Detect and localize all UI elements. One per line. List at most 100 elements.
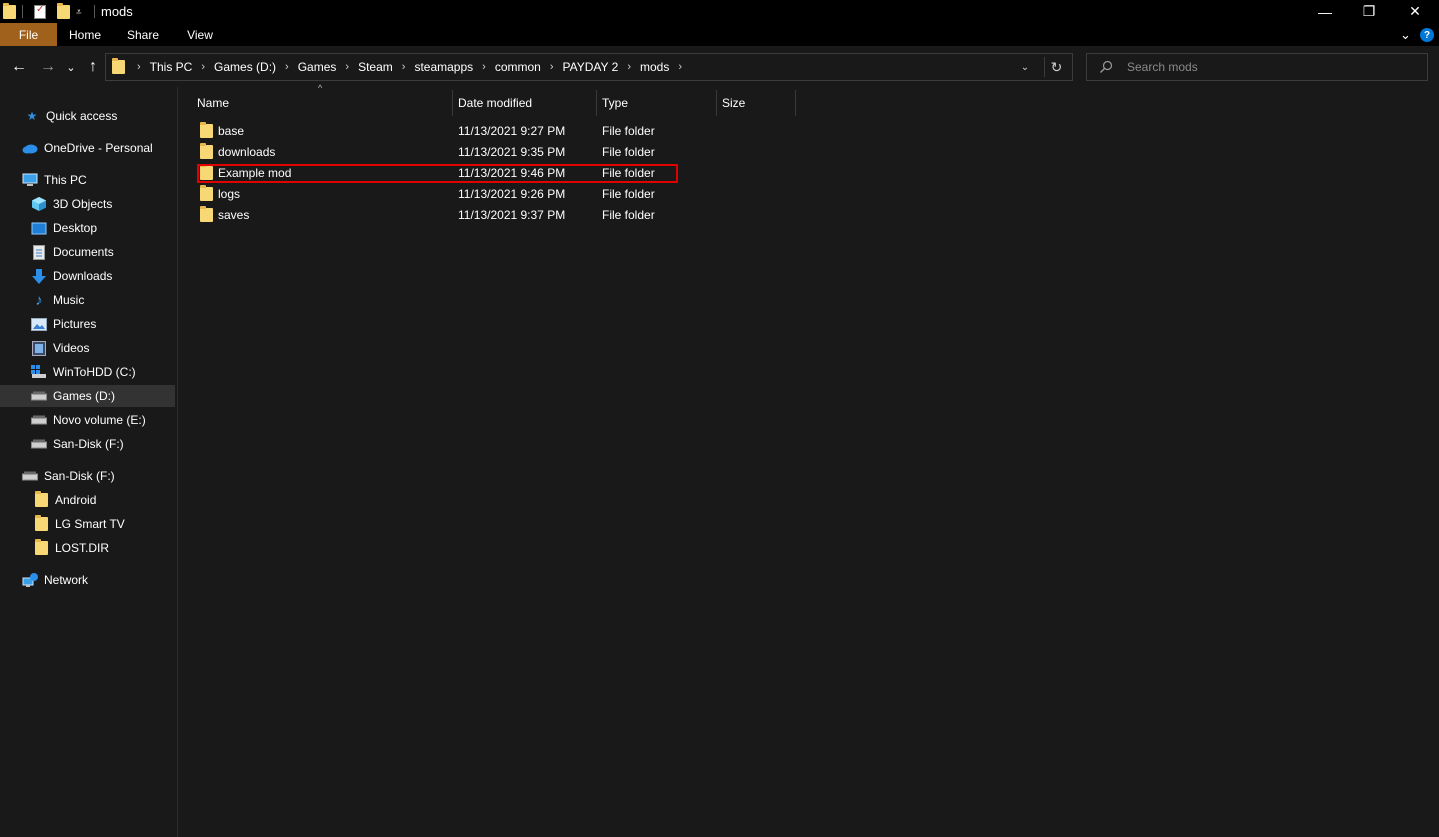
sidebar-item-this-pc[interactable]: This PC	[0, 169, 175, 191]
sidebar-item-label: Downloads	[53, 269, 113, 283]
sidebar-item-label: Games (D:)	[53, 389, 116, 403]
folder-icon[interactable]	[3, 3, 16, 20]
table-row[interactable]: downloads 11/13/2021 9:35 PM File folder	[197, 141, 677, 162]
sidebar-item-label: 3D Objects	[53, 197, 113, 211]
customize-quick-access-icon[interactable]: ⩡	[76, 4, 82, 20]
help-icon[interactable]: ?	[1420, 26, 1434, 44]
search-box[interactable]	[1086, 53, 1428, 81]
download-arrow-icon	[31, 268, 47, 284]
drive-icon	[31, 436, 47, 452]
up-button[interactable]: ↑	[84, 56, 102, 78]
sidebar-item-wintohdd-c[interactable]: WinToHDD (C:)	[0, 361, 175, 383]
breadcrumb-separator[interactable]: ›	[396, 61, 412, 73]
column-header-date-modified[interactable]: Date modified	[452, 90, 596, 116]
recent-locations-button[interactable]: ⌄	[64, 56, 78, 78]
refresh-button[interactable]: ↻	[1044, 57, 1068, 77]
sidebar-item-lost-dir[interactable]: LOST.DIR	[0, 537, 175, 559]
address-row: ← → ⌄ ↑ › This PC › Games (D:) › Games ›…	[0, 46, 1439, 87]
drive-icon	[31, 412, 47, 428]
properties-icon[interactable]	[34, 4, 46, 20]
sidebar-item-pictures[interactable]: Pictures	[0, 313, 175, 335]
file-name-cell: Example mod	[200, 162, 291, 183]
document-icon	[31, 244, 47, 260]
sidebar-item-label: WinToHDD (C:)	[53, 365, 136, 379]
column-header-type[interactable]: Type	[596, 90, 716, 116]
sidebar-item-android[interactable]: Android	[0, 489, 175, 511]
desktop-icon	[31, 220, 47, 236]
address-bar[interactable]: › This PC › Games (D:) › Games › Steam ›…	[105, 53, 1073, 81]
new-folder-icon[interactable]	[57, 3, 70, 20]
breadcrumb-steamapps[interactable]: steamapps	[411, 60, 476, 74]
maximize-button[interactable]: ❐	[1346, 0, 1392, 23]
sidebar-item-desktop[interactable]: Desktop	[0, 217, 175, 239]
breadcrumb-separator[interactable]: ›	[195, 61, 211, 73]
breadcrumb-steam[interactable]: Steam	[355, 60, 396, 74]
breadcrumb-common[interactable]: common	[492, 60, 544, 74]
folder-icon	[200, 142, 213, 159]
computer-icon	[22, 172, 38, 188]
type-cell: File folder	[602, 165, 655, 180]
search-icon	[1100, 60, 1113, 73]
breadcrumb-separator[interactable]: ›	[279, 61, 295, 73]
sidebar-item-onedrive[interactable]: OneDrive - Personal	[0, 137, 175, 159]
back-button[interactable]: ←	[9, 56, 29, 78]
breadcrumb-separator[interactable]: ›	[339, 61, 355, 73]
tab-home[interactable]: Home	[62, 23, 108, 46]
title-bar: ⩡ mods — ❐ ✕	[0, 0, 1439, 23]
type-cell: File folder	[602, 186, 655, 201]
sidebar-item-label: Quick access	[46, 109, 118, 123]
breadcrumb-mods[interactable]: mods	[637, 60, 672, 74]
folder-icon	[200, 121, 213, 138]
forward-button[interactable]: →	[38, 56, 58, 78]
breadcrumb-separator: ›	[137, 61, 141, 73]
sidebar-item-label: Music	[53, 293, 85, 307]
sidebar-item-label: Network	[44, 573, 89, 587]
breadcrumb-separator[interactable]: ›	[672, 61, 688, 73]
sidebar-item-label: Novo volume (E:)	[53, 413, 146, 427]
sidebar-item-downloads[interactable]: Downloads	[0, 265, 175, 287]
sidebar-item-quick-access[interactable]: ★ Quick access	[0, 105, 175, 127]
sidebar-item-label: San-Disk (F:)	[53, 437, 124, 451]
minimize-button[interactable]: —	[1302, 0, 1348, 23]
sidebar-item-label: San-Disk (F:)	[44, 469, 115, 483]
star-icon: ★	[26, 109, 38, 123]
breadcrumb-games[interactable]: Games	[295, 60, 340, 74]
breadcrumb-separator[interactable]: ›	[544, 61, 560, 73]
search-input[interactable]	[1127, 57, 1417, 77]
sidebar-item-lg-smart-tv[interactable]: LG Smart TV	[0, 513, 175, 535]
sidebar-item-san-disk-f[interactable]: San-Disk (F:)	[0, 433, 175, 455]
sidebar-item-san-disk-f-removable[interactable]: San-Disk (F:)	[0, 465, 175, 487]
sidebar-item-videos[interactable]: Videos	[0, 337, 175, 359]
column-divider[interactable]	[795, 90, 796, 116]
breadcrumb-this-pc[interactable]: This PC	[147, 60, 196, 74]
table-row[interactable]: logs 11/13/2021 9:26 PM File folder	[197, 183, 677, 204]
sidebar-item-documents[interactable]: Documents	[0, 241, 175, 263]
sidebar-item-novo-volume-e[interactable]: Novo volume (E:)	[0, 409, 175, 431]
table-row[interactable]: Example mod 11/13/2021 9:46 PM File fold…	[197, 162, 677, 183]
table-row[interactable]: saves 11/13/2021 9:37 PM File folder	[197, 204, 677, 225]
address-history-dropdown[interactable]: ⌄	[1016, 58, 1034, 76]
breadcrumb-games-drive[interactable]: Games (D:)	[211, 60, 279, 74]
table-row[interactable]: base 11/13/2021 9:27 PM File folder	[197, 120, 677, 141]
sidebar-item-games-d[interactable]: Games (D:)	[0, 385, 175, 407]
type-cell: File folder	[602, 207, 655, 222]
close-button[interactable]: ✕	[1392, 0, 1438, 23]
tab-file[interactable]: File	[0, 23, 57, 46]
sidebar-item-3d-objects[interactable]: 3D Objects	[0, 193, 175, 215]
sidebar-item-network[interactable]: Network	[0, 569, 175, 591]
column-header-name[interactable]: Name	[191, 90, 453, 116]
folder-icon	[33, 515, 49, 532]
breadcrumb-payday-2[interactable]: PAYDAY 2	[560, 60, 622, 74]
sidebar-item-label: OneDrive - Personal	[44, 141, 153, 155]
sidebar-item-music[interactable]: ♪ Music	[0, 289, 175, 311]
type-cell: File folder	[602, 144, 655, 159]
column-header-size[interactable]: Size	[716, 90, 796, 116]
date-modified-cell: 11/13/2021 9:37 PM	[458, 207, 566, 222]
breadcrumb-separator[interactable]: ›	[621, 61, 637, 73]
expand-ribbon-icon[interactable]: ⌄	[1400, 26, 1411, 44]
toolbar-separator	[94, 5, 95, 18]
tab-share[interactable]: Share	[120, 23, 166, 46]
breadcrumb-separator[interactable]: ›	[476, 61, 492, 73]
cloud-icon	[22, 140, 38, 156]
tab-view[interactable]: View	[178, 23, 222, 46]
